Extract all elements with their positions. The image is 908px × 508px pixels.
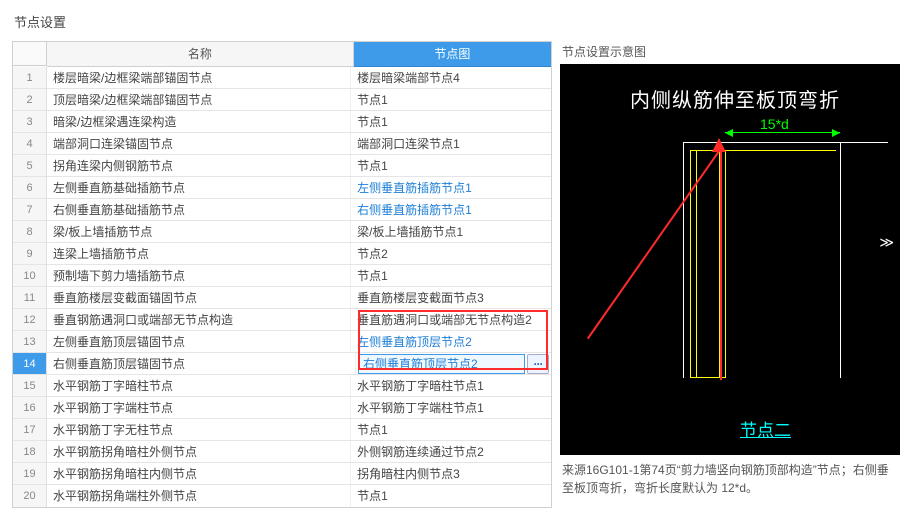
table-row[interactable]: 17水平钢筋丁字无柱节点节点1 bbox=[13, 419, 551, 441]
row-node-cell[interactable]: 拐角暗柱内侧节点3 bbox=[351, 463, 551, 484]
ellipsis-icon: ··· bbox=[534, 353, 543, 374]
table-row[interactable]: 5拐角连梁内侧钢筋节点节点1 bbox=[13, 155, 551, 177]
row-name-cell[interactable]: 垂直筋楼层变截面锚固节点 bbox=[47, 287, 351, 308]
row-node-cell[interactable]: 外侧钢筋连续通过节点2 bbox=[351, 441, 551, 462]
row-name-cell[interactable]: 顶层暗梁/边框梁端部锚固节点 bbox=[47, 89, 351, 110]
diagram-node-label[interactable]: 节点二 bbox=[740, 416, 791, 441]
row-node-cell[interactable]: 垂直筋遇洞口或端部无节点构造2 bbox=[351, 309, 551, 330]
row-number: 14 bbox=[13, 353, 47, 374]
row-number: 1 bbox=[13, 67, 47, 88]
row-number: 16 bbox=[13, 397, 47, 418]
diagram-dimension: 15*d bbox=[760, 116, 789, 132]
table-row[interactable]: 14右侧垂直筋顶层锚固节点 ··· bbox=[13, 353, 551, 375]
table-row[interactable]: 4端部洞口连梁锚固节点端部洞口连梁节点1 bbox=[13, 133, 551, 155]
row-name-cell[interactable]: 水平钢筋丁字暗柱节点 bbox=[47, 375, 351, 396]
row-name-cell[interactable]: 水平钢筋丁字无柱节点 bbox=[47, 419, 351, 440]
table-row[interactable]: 18水平钢筋拐角暗柱外侧节点外侧钢筋连续通过节点2 bbox=[13, 441, 551, 463]
table-row[interactable]: 13左侧垂直筋顶层锚固节点左侧垂直筋顶层节点2 bbox=[13, 331, 551, 353]
row-name-cell[interactable]: 连梁上墙插筋节点 bbox=[47, 243, 351, 264]
col-node[interactable]: 节点图 bbox=[354, 42, 551, 67]
table-row[interactable]: 19水平钢筋拐角暗柱内侧节点拐角暗柱内侧节点3 bbox=[13, 463, 551, 485]
row-number: 13 bbox=[13, 331, 47, 352]
table-row[interactable]: 15水平钢筋丁字暗柱节点水平钢筋丁字暗柱节点1 bbox=[13, 375, 551, 397]
table-row[interactable]: 2顶层暗梁/边框梁端部锚固节点节点1 bbox=[13, 89, 551, 111]
row-name-cell[interactable]: 楼层暗梁/边框梁端部锚固节点 bbox=[47, 67, 351, 88]
row-node-cell[interactable]: 垂直筋楼层变截面节点3 bbox=[351, 287, 551, 308]
row-node-cell[interactable]: 节点1 bbox=[351, 111, 551, 132]
row-node-cell[interactable]: 水平钢筋丁字端柱节点1 bbox=[351, 397, 551, 418]
table-row[interactable]: 16水平钢筋丁字端柱节点水平钢筋丁字端柱节点1 bbox=[13, 397, 551, 419]
node-edit-input[interactable] bbox=[358, 354, 525, 374]
row-name-cell[interactable]: 水平钢筋拐角暗柱外侧节点 bbox=[47, 441, 351, 462]
row-name-cell[interactable]: 水平钢筋拐角端柱外侧节点 bbox=[47, 485, 351, 507]
row-name-cell[interactable]: 拐角连梁内侧钢筋节点 bbox=[47, 155, 351, 176]
node-browse-button[interactable]: ··· bbox=[527, 354, 549, 374]
row-name-cell[interactable]: 右侧垂直筋基础插筋节点 bbox=[47, 199, 351, 220]
row-node-cell[interactable]: 节点1 bbox=[351, 265, 551, 286]
row-name-cell[interactable]: 右侧垂直筋顶层锚固节点 bbox=[47, 353, 356, 374]
row-number: 10 bbox=[13, 265, 47, 286]
source-text: 来源16G101-1第74页“剪力墙竖向钢筋顶部构造”节点；右侧垂至板顶弯折，弯… bbox=[560, 455, 900, 497]
row-node-cell[interactable]: 节点1 bbox=[351, 89, 551, 110]
row-node-cell[interactable]: 左侧垂直筋顶层节点2 bbox=[351, 331, 551, 352]
row-number: 4 bbox=[13, 133, 47, 154]
row-number: 18 bbox=[13, 441, 47, 462]
row-number: 2 bbox=[13, 89, 47, 110]
table-row[interactable]: 7右侧垂直筋基础插筋节点右侧垂直筋插筋节点1 bbox=[13, 199, 551, 221]
row-number: 19 bbox=[13, 463, 47, 484]
row-name-cell[interactable]: 预制墙下剪力墙插筋节点 bbox=[47, 265, 351, 286]
row-node-cell[interactable]: 节点1 bbox=[351, 155, 551, 176]
row-number: 7 bbox=[13, 199, 47, 220]
row-number: 3 bbox=[13, 111, 47, 132]
table-row[interactable]: 6左侧垂直筋基础插筋节点左侧垂直筋插筋节点1 bbox=[13, 177, 551, 199]
table-row[interactable]: 10预制墙下剪力墙插筋节点节点1 bbox=[13, 265, 551, 287]
row-name-cell[interactable]: 水平钢筋丁字端柱节点 bbox=[47, 397, 351, 418]
row-number: 20 bbox=[13, 485, 47, 507]
row-name-cell[interactable]: 左侧垂直筋顶层锚固节点 bbox=[47, 331, 351, 352]
row-number: 5 bbox=[13, 155, 47, 176]
row-number: 6 bbox=[13, 177, 47, 198]
row-node-cell[interactable]: 楼层暗梁端部节点4 bbox=[351, 67, 551, 88]
row-node-cell[interactable]: 节点1 bbox=[351, 419, 551, 440]
row-number: 12 bbox=[13, 309, 47, 330]
page-title: 节点设置 bbox=[12, 8, 900, 41]
row-name-cell[interactable]: 端部洞口连梁锚固节点 bbox=[47, 133, 351, 154]
table-row[interactable]: 9连梁上墙插筋节点节点2 bbox=[13, 243, 551, 265]
row-node-cell[interactable]: 右侧垂直筋插筋节点1 bbox=[351, 199, 551, 220]
row-node-cell[interactable]: 左侧垂直筋插筋节点1 bbox=[351, 177, 551, 198]
table-row[interactable]: 20水平钢筋拐角端柱外侧节点节点1 bbox=[13, 485, 551, 507]
preview-diagram: 内侧纵筋伸至板顶弯折 15*d ≫ 节点二 bbox=[560, 64, 900, 455]
table-row[interactable]: 1楼层暗梁/边框梁端部锚固节点楼层暗梁端部节点4 bbox=[13, 67, 551, 89]
row-name-cell[interactable]: 垂直钢筋遇洞口或端部无节点构造 bbox=[47, 309, 351, 330]
col-rownum bbox=[13, 42, 47, 66]
col-name[interactable]: 名称 bbox=[47, 42, 354, 67]
row-number: 9 bbox=[13, 243, 47, 264]
row-name-cell[interactable]: 水平钢筋拐角暗柱内侧节点 bbox=[47, 463, 351, 484]
table-row[interactable]: 8梁/板上墙插筋节点梁/板上墙插筋节点1 bbox=[13, 221, 551, 243]
row-number: 8 bbox=[13, 221, 47, 242]
row-node-cell[interactable]: 水平钢筋丁字暗柱节点1 bbox=[351, 375, 551, 396]
row-name-cell[interactable]: 左侧垂直筋基础插筋节点 bbox=[47, 177, 351, 198]
row-node-cell[interactable]: 节点1 bbox=[351, 485, 551, 507]
row-node-cell[interactable]: 节点2 bbox=[351, 243, 551, 264]
diagram-banner: 内侧纵筋伸至板顶弯折 bbox=[630, 84, 890, 113]
row-number: 11 bbox=[13, 287, 47, 308]
table-row[interactable]: 11垂直筋楼层变截面锚固节点垂直筋楼层变截面节点3 bbox=[13, 287, 551, 309]
row-number: 17 bbox=[13, 419, 47, 440]
row-number: 15 bbox=[13, 375, 47, 396]
preview-title: 节点设置示意图 bbox=[560, 41, 900, 64]
row-name-cell[interactable]: 暗梁/边框梁遇连梁构造 bbox=[47, 111, 351, 132]
row-node-cell[interactable]: 梁/板上墙插筋节点1 bbox=[351, 221, 551, 242]
row-node-cell[interactable]: 端部洞口连梁节点1 bbox=[351, 133, 551, 154]
row-node-cell[interactable]: ··· bbox=[356, 353, 551, 374]
node-table: 名称 节点图 1楼层暗梁/边框梁端部锚固节点楼层暗梁端部节点42顶层暗梁/边框梁… bbox=[12, 41, 552, 508]
row-name-cell[interactable]: 梁/板上墙插筋节点 bbox=[47, 221, 351, 242]
table-row[interactable]: 12垂直钢筋遇洞口或端部无节点构造垂直筋遇洞口或端部无节点构造2 bbox=[13, 309, 551, 331]
table-row[interactable]: 3暗梁/边框梁遇连梁构造节点1 bbox=[13, 111, 551, 133]
